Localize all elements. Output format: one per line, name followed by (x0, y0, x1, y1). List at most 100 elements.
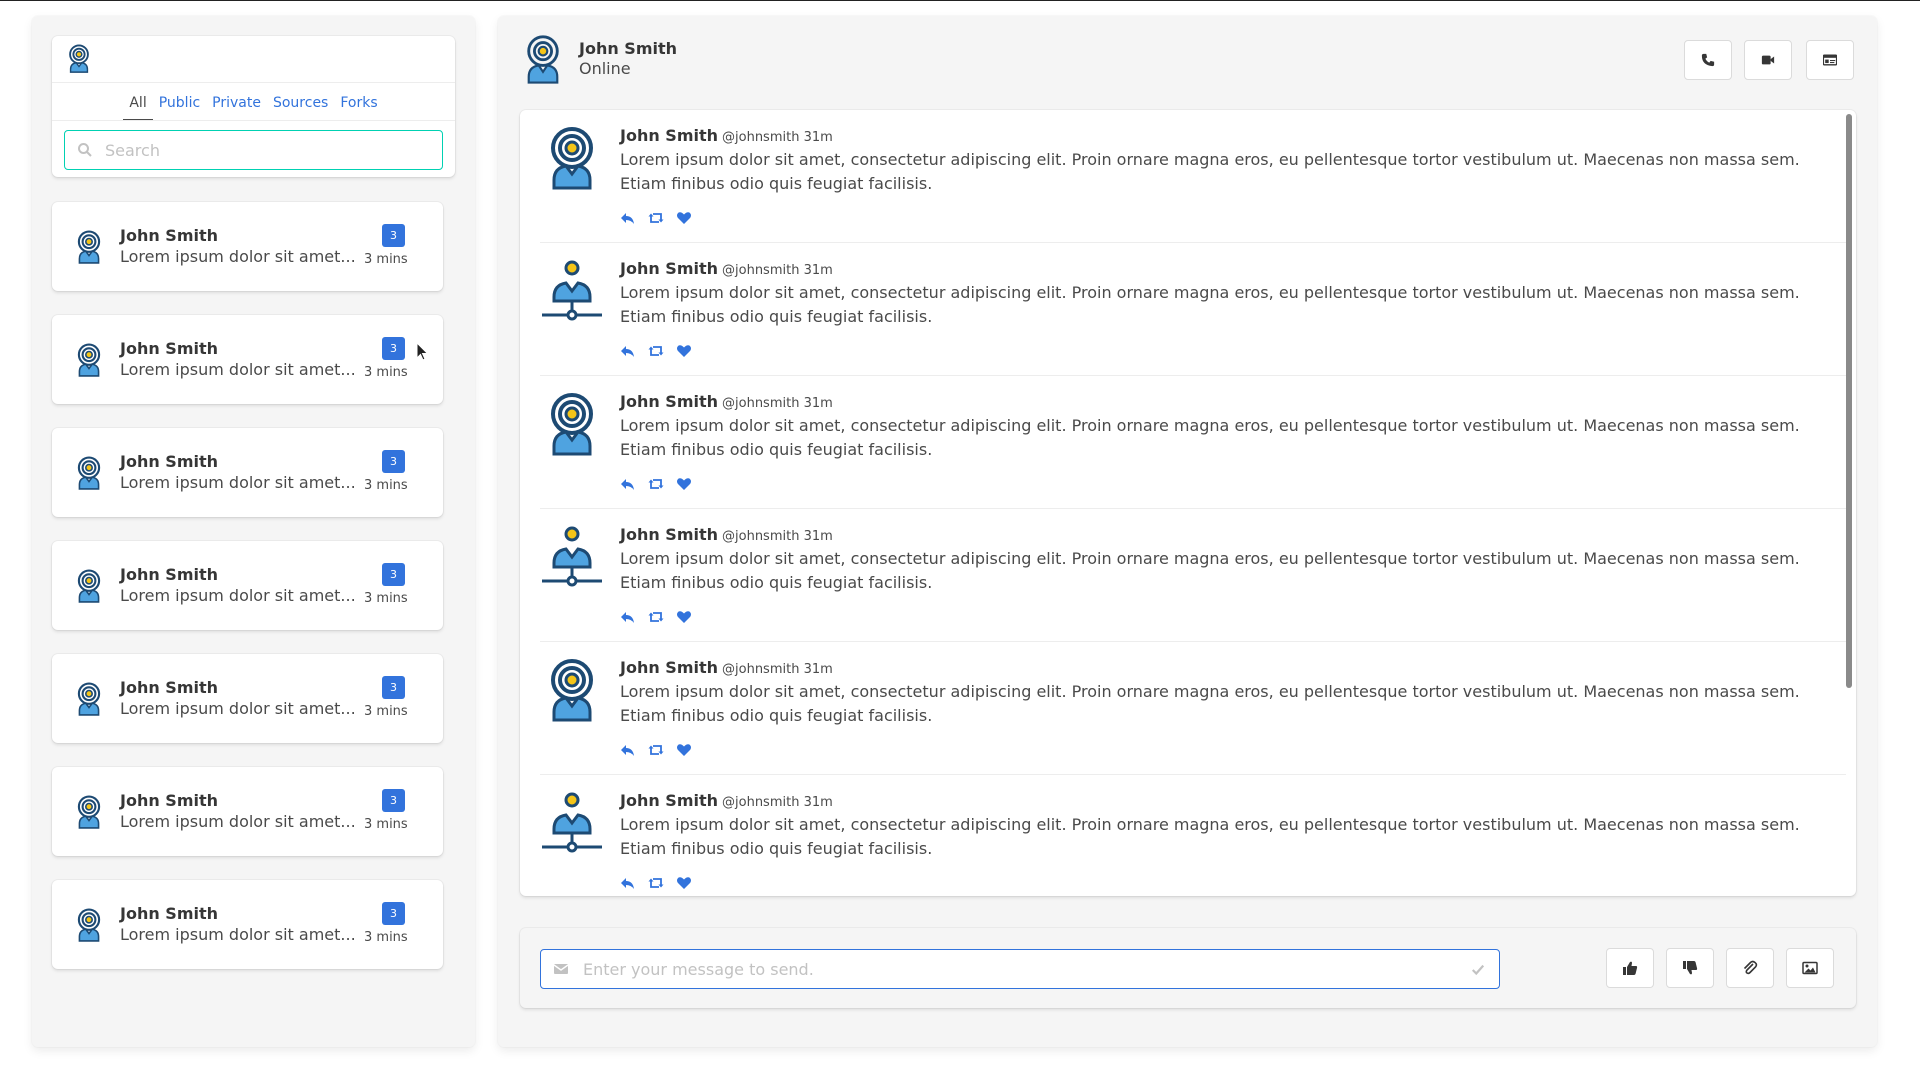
radar-person-icon (72, 908, 106, 942)
id-card-icon (1823, 54, 1837, 66)
post-actions (620, 875, 692, 891)
search-field (64, 130, 443, 170)
post-author-name: John Smith (620, 392, 719, 411)
unread-badge: 3 (382, 789, 405, 812)
contact-time: 3 mins (364, 817, 408, 832)
post-author-name: John Smith (620, 791, 719, 810)
reply-icon[interactable] (620, 609, 636, 625)
heart-icon[interactable] (676, 875, 692, 891)
radar-person-icon (72, 569, 106, 603)
radar-person-icon (72, 456, 106, 490)
contact-item[interactable]: John Smith Lorem ipsum dolor sit amet...… (52, 654, 443, 743)
radar-person-icon (72, 343, 106, 377)
message-input[interactable] (583, 959, 1463, 979)
contact-list: John Smith Lorem ipsum dolor sit amet...… (52, 202, 443, 993)
tab-public[interactable]: Public (153, 95, 206, 120)
contact-item[interactable]: John Smith Lorem ipsum dolor sit amet...… (52, 541, 443, 630)
reply-icon[interactable] (620, 476, 636, 492)
contact-name: John Smith (120, 452, 219, 471)
contact-item[interactable]: John Smith Lorem ipsum dolor sit amet...… (52, 767, 443, 856)
unread-badge: 3 (382, 902, 405, 925)
image-button[interactable] (1786, 948, 1834, 988)
feed-scrollbar[interactable] (1846, 114, 1852, 688)
retweet-icon[interactable] (648, 476, 664, 492)
post-item: John Smith @johnsmith 31m Lorem ipsum dol… (540, 110, 1846, 243)
post-author: John Smith @johnsmith 31m (620, 126, 833, 145)
heart-icon[interactable] (676, 609, 692, 625)
search-box (64, 130, 443, 170)
chat-contact-name: John Smith (579, 39, 678, 58)
contact-preview: Lorem ipsum dolor sit amet... (120, 473, 356, 492)
contact-item[interactable]: John Smith Lorem ipsum dolor sit amet...… (52, 428, 443, 517)
post-text: Lorem ipsum dolor sit amet, consectetur … (620, 815, 1800, 858)
post-handle: @johnsmith 31m (722, 662, 833, 677)
contact-name: John Smith (120, 791, 219, 810)
network-person-icon (540, 791, 604, 855)
contact-item[interactable]: John Smith Lorem ipsum dolor sit amet...… (52, 880, 443, 969)
post-item: John Smith @johnsmith 31m Lorem ipsum dol… (540, 376, 1846, 509)
contact-item[interactable]: John Smith Lorem ipsum dolor sit amet...… (52, 315, 443, 404)
contact-time: 3 mins (364, 591, 408, 606)
contact-time: 3 mins (364, 478, 408, 493)
radar-person-icon (520, 34, 566, 84)
contact-name: John Smith (120, 226, 219, 245)
post-actions (620, 476, 692, 492)
contact-item[interactable]: John Smith Lorem ipsum dolor sit amet...… (52, 202, 443, 291)
contact-preview: Lorem ipsum dolor sit amet... (120, 360, 356, 379)
heart-icon[interactable] (676, 476, 692, 492)
contact-name: John Smith (120, 565, 219, 584)
post-actions (620, 609, 692, 625)
search-input[interactable] (105, 140, 425, 160)
attach-button[interactable] (1726, 948, 1774, 988)
retweet-icon[interactable] (648, 742, 664, 758)
post-author: John Smith @johnsmith 31m (620, 791, 833, 810)
tab-forks[interactable]: Forks (334, 95, 383, 120)
post-item: John Smith @johnsmith 31m Lorem ipsum dol… (540, 509, 1846, 642)
retweet-icon[interactable] (648, 343, 664, 359)
post-text: Lorem ipsum dolor sit amet, consectetur … (620, 283, 1800, 326)
heart-icon[interactable] (676, 742, 692, 758)
contact-card-button[interactable] (1806, 40, 1854, 80)
post-handle: @johnsmith 31m (722, 130, 833, 145)
contact-preview: Lorem ipsum dolor sit amet... (120, 586, 356, 605)
contact-time: 3 mins (364, 365, 408, 380)
unread-badge: 3 (382, 224, 405, 247)
tab-sources[interactable]: Sources (267, 95, 334, 120)
post-handle: @johnsmith 31m (722, 795, 833, 810)
reply-icon[interactable] (620, 742, 636, 758)
unread-badge: 3 (382, 337, 405, 360)
unread-badge: 3 (382, 563, 405, 586)
tab-private[interactable]: Private (206, 95, 267, 120)
like-button[interactable] (1606, 948, 1654, 988)
heart-icon[interactable] (676, 343, 692, 359)
dislike-button[interactable] (1666, 948, 1714, 988)
mouse-cursor-icon (416, 342, 429, 361)
retweet-icon[interactable] (648, 210, 664, 226)
reply-icon[interactable] (620, 875, 636, 891)
retweet-icon[interactable] (648, 875, 664, 891)
network-person-icon (540, 525, 604, 589)
post-author-name: John Smith (620, 525, 719, 544)
post-author-name: John Smith (620, 259, 719, 278)
retweet-icon[interactable] (648, 609, 664, 625)
message-feed[interactable]: John Smith @johnsmith 31m Lorem ipsum dol… (520, 110, 1856, 896)
envelope-icon (553, 964, 569, 974)
video-camera-icon (1761, 55, 1775, 65)
contact-preview: Lorem ipsum dolor sit amet... (120, 699, 356, 718)
post-text: Lorem ipsum dolor sit amet, consectetur … (620, 549, 1800, 592)
reply-icon[interactable] (620, 210, 636, 226)
post-author: John Smith @johnsmith 31m (620, 259, 833, 278)
radar-person-icon (540, 126, 604, 190)
video-call-button[interactable] (1744, 40, 1792, 80)
heart-icon[interactable] (676, 210, 692, 226)
phone-icon (1701, 53, 1715, 67)
contact-preview: Lorem ipsum dolor sit amet... (120, 812, 356, 831)
tab-all[interactable]: All (123, 95, 153, 120)
radar-person-icon (72, 230, 106, 264)
reply-icon[interactable] (620, 343, 636, 359)
post-author: John Smith @johnsmith 31m (620, 525, 833, 544)
post-item: John Smith @johnsmith 31m Lorem ipsum dol… (540, 642, 1846, 775)
call-button[interactable] (1684, 40, 1732, 80)
panel-header (52, 36, 455, 83)
post-author-name: John Smith (620, 126, 719, 145)
